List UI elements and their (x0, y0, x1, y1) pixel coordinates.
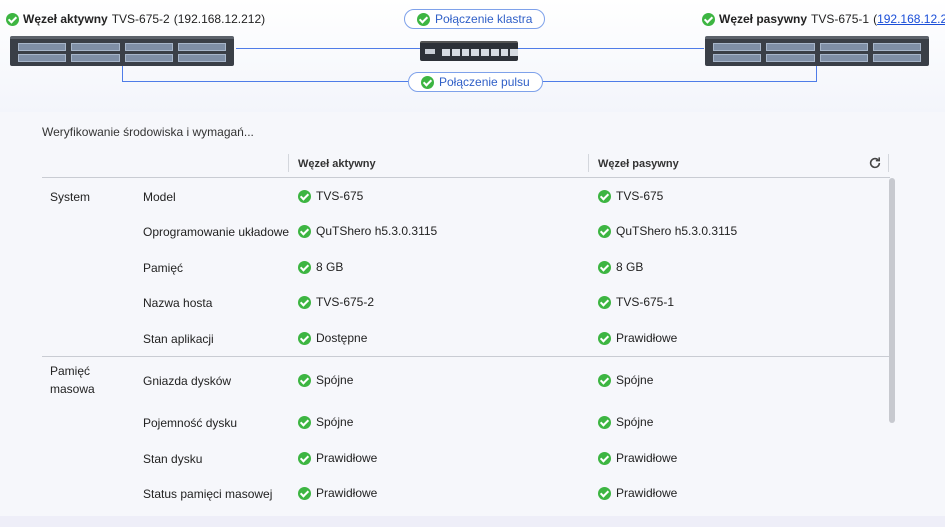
passive-node-server-image (705, 36, 929, 66)
table-cell: Model (143, 190, 176, 204)
table-row: Gniazda dysków Spójne Spójne (42, 371, 890, 391)
table-cell: Spójne (598, 413, 653, 431)
check-circle-icon (598, 331, 611, 345)
table-cell: Prawidłowe (598, 484, 677, 502)
table-row: Pamięć 8 GB 8 GB (42, 258, 890, 278)
table-cell: Oprogramowanie układowe (143, 225, 290, 239)
check-circle-icon (598, 451, 611, 465)
verification-table: System Model TVS-675 TVS-675 Oprogramowa… (42, 178, 890, 516)
check-circle-icon (598, 224, 611, 238)
check-circle-icon (298, 224, 311, 238)
cluster-link-line-right (518, 48, 704, 49)
check-circle-icon (598, 189, 611, 203)
table-row: Nazwa hosta TVS-675-2 TVS-675-1 (42, 293, 890, 313)
check-circle-icon (598, 295, 611, 309)
table-cell: Pojemność dysku (143, 416, 238, 430)
heartbeat-line-left (122, 66, 123, 81)
check-circle-icon (6, 12, 19, 26)
table-row: Model TVS-675 TVS-675 (42, 187, 890, 207)
group-divider (42, 356, 890, 357)
table-cell: Gniazda dysków (143, 374, 232, 388)
table-cell: Dostępne (298, 329, 367, 347)
bottom-strip (0, 516, 945, 527)
table-cell: TVS-675-2 (298, 293, 374, 311)
table-cell: Spójne (298, 413, 353, 431)
check-circle-icon (598, 486, 611, 500)
network-switch-image (420, 41, 518, 61)
verification-panel: Weryfikowanie środowiska i wymagań... Wę… (0, 112, 945, 516)
table-cell: QuTShero h5.3.0.3115 (598, 222, 737, 240)
check-circle-icon (421, 75, 434, 89)
check-circle-icon (298, 451, 311, 465)
cluster-topology: Węzeł aktywny TVS-675-2 (192.168.12.212)… (0, 0, 945, 112)
check-circle-icon (598, 373, 611, 387)
table-cell: Stan dysku (143, 452, 203, 466)
table-cell: Spójne (598, 371, 653, 389)
check-circle-icon (298, 260, 311, 274)
table-cell: 8 GB (598, 258, 643, 276)
passive-node-ip-link[interactable]: 192.168.12.211 (877, 12, 945, 26)
passive-node-label: Węzeł pasywny TVS-675-1 (192.168.12.211) (702, 12, 945, 26)
check-circle-icon (298, 189, 311, 203)
check-circle-icon (598, 260, 611, 274)
table-row: Stan dysku Prawidłowe Prawidłowe (42, 449, 890, 469)
table-row: Stan aplikacji Dostępne Prawidłowe (42, 329, 890, 349)
table-cell: Prawidłowe (598, 329, 677, 347)
verification-status-text: Weryfikowanie środowiska i wymagań... (42, 125, 254, 139)
check-circle-icon (298, 486, 311, 500)
column-header-active: Węzeł aktywny (298, 158, 376, 170)
table-cell: TVS-675 (598, 187, 663, 205)
table-cell: Pamięć (143, 261, 184, 275)
cluster-link-status: Połączenie klastra (404, 9, 546, 29)
table-cell: Prawidłowe (298, 449, 377, 467)
column-header-passive: Węzeł pasywny (598, 158, 679, 170)
table-row: Oprogramowanie układowe QuTShero h5.3.0.… (42, 222, 890, 242)
table-cell: TVS-675 (298, 187, 363, 205)
active-node-label: Węzeł aktywny TVS-675-2 (192.168.12.212) (6, 12, 265, 26)
check-circle-icon (298, 373, 311, 387)
table-row: Status pamięci masowej Prawidłowe Prawid… (42, 484, 890, 504)
check-circle-icon (298, 331, 311, 345)
table-cell: 8 GB (298, 258, 343, 276)
table-cell: TVS-675-1 (598, 293, 674, 311)
check-circle-icon (298, 295, 311, 309)
table-cell: Nazwa hosta (143, 296, 213, 310)
table-cell: Stan aplikacji (143, 332, 214, 346)
table-cell: QuTShero h5.3.0.3115 (298, 222, 437, 240)
table-cell: Prawidłowe (598, 449, 677, 467)
table-header: Węzeł aktywny Węzeł pasywny (42, 150, 890, 178)
table-cell: Prawidłowe (298, 484, 377, 502)
heartbeat-link-status: Połączenie pulsu (408, 72, 543, 92)
check-circle-icon (298, 415, 311, 429)
check-circle-icon (702, 12, 715, 26)
table-row: Pojemność dysku Spójne Spójne (42, 413, 890, 433)
check-circle-icon (598, 415, 611, 429)
table-cell: Spójne (298, 371, 353, 389)
check-circle-icon (417, 12, 430, 26)
cluster-link-line-left (236, 48, 420, 49)
table-cell: Status pamięci masowej (143, 487, 273, 501)
table-scrollbar[interactable] (889, 178, 895, 423)
heartbeat-line-right (816, 66, 817, 81)
refresh-icon[interactable] (868, 156, 882, 170)
active-node-server-image (10, 36, 234, 66)
